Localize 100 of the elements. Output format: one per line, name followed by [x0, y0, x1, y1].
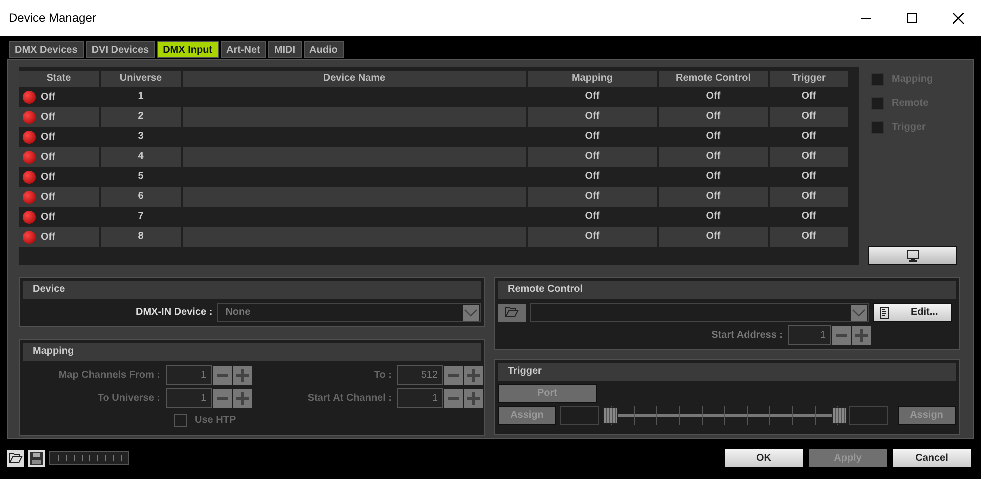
close-icon — [952, 12, 964, 24]
checkbox[interactable] — [871, 120, 884, 134]
decrement-button[interactable] — [212, 388, 232, 408]
decrement-button[interactable] — [212, 366, 232, 384]
state-text: Off — [41, 190, 56, 204]
table-cell-text: 7 — [137, 210, 145, 224]
tab[interactable]: DVI Devices — [86, 41, 156, 58]
table-cell-text: Off — [800, 170, 818, 184]
increment-button[interactable] — [464, 366, 483, 384]
slider-thumb[interactable] — [832, 407, 848, 424]
tab[interactable]: Art-Net — [220, 41, 266, 58]
increment-button[interactable] — [852, 326, 871, 344]
table-cell: Off — [659, 147, 768, 167]
section-header: Trigger — [498, 363, 956, 381]
field-label: DMX-IN Device : — [136, 306, 213, 320]
checkbox[interactable] — [174, 414, 187, 427]
decrement-button[interactable] — [832, 326, 851, 344]
decrement-button[interactable] — [444, 366, 463, 384]
monitor-button[interactable] — [868, 246, 957, 265]
number-field[interactable]: 1 — [788, 325, 831, 345]
table-cell: Off — [528, 147, 657, 167]
field-label: Start At Channel : — [308, 392, 392, 406]
column-header: Remote Control — [659, 71, 768, 87]
table-cell: Off — [770, 107, 848, 127]
tab[interactable]: MIDI — [268, 41, 302, 58]
column-header: Mapping — [528, 71, 657, 87]
field-label: To : — [374, 368, 392, 382]
device-dropdown[interactable]: None — [216, 303, 481, 322]
tab[interactable]: Audio — [304, 41, 344, 58]
save-button[interactable] — [28, 450, 45, 466]
table-cell: 6 — [101, 187, 181, 207]
table-cell-text: Off — [705, 170, 722, 184]
folder-icon — [8, 452, 22, 464]
table-cell-text: Off — [800, 210, 818, 224]
open-folder-button[interactable] — [7, 450, 24, 466]
state-text: Off — [41, 150, 56, 164]
checkbox[interactable] — [871, 72, 884, 86]
state-text: Off — [41, 230, 56, 244]
table-cell-text: 5 — [137, 170, 145, 184]
table-cell: Off — [770, 147, 848, 167]
edit-button[interactable]: Edit... — [873, 303, 952, 322]
state-text: Off — [41, 110, 56, 124]
chevron-down-icon — [851, 304, 867, 320]
tab[interactable]: DMX Input — [157, 41, 219, 58]
dialog-button[interactable]: Cancel — [893, 449, 971, 467]
increment-button[interactable] — [232, 388, 252, 408]
section-header: Device — [23, 281, 481, 299]
table-cell: Off — [528, 227, 657, 247]
checkbox-label: Use HTP — [195, 414, 236, 428]
table-cell: Off — [659, 187, 768, 207]
chevron-down-icon — [462, 304, 479, 320]
window-title: Device Manager — [9, 10, 98, 27]
increment-button[interactable] — [464, 388, 483, 408]
table-cell-text: Off — [705, 210, 722, 224]
dialog-button[interactable]: OK — [725, 449, 803, 467]
state-text: Off — [41, 170, 56, 184]
number-field[interactable]: 1 — [397, 388, 443, 408]
document-icon — [880, 306, 889, 318]
checkbox[interactable] — [871, 96, 884, 110]
table-cell: Off — [770, 187, 848, 207]
table-cell-text: 3 — [137, 130, 145, 144]
table-cell-text: Off — [584, 170, 601, 184]
increment-button[interactable] — [232, 366, 252, 384]
folder-icon — [505, 307, 519, 318]
state-text: Off — [41, 130, 56, 144]
number-field[interactable]: 1 — [166, 365, 212, 385]
table-cell: Off — [528, 107, 657, 127]
column-header: Universe — [101, 71, 181, 87]
value-field[interactable] — [848, 406, 888, 425]
state-text: Off — [41, 90, 56, 104]
table-cell: Off — [770, 227, 848, 247]
table-cell: Off — [659, 227, 768, 247]
field-label: Start Address : — [712, 328, 783, 342]
table-cell: Off — [659, 107, 768, 127]
decrement-button[interactable] — [444, 388, 463, 408]
column-header: Trigger — [770, 71, 848, 87]
table-cell-text: Off — [705, 90, 722, 104]
state-text: Off — [41, 210, 56, 224]
table-cell-text: Off — [584, 90, 601, 104]
field-label: Map Channels From : — [58, 368, 160, 382]
column-header: Device Name — [183, 71, 526, 87]
section-header: Mapping — [23, 343, 481, 361]
slider-thumb[interactable] — [603, 407, 618, 424]
table-cell: 2 — [101, 107, 181, 127]
monitor-icon — [906, 250, 918, 262]
table-cell-text: Off — [800, 90, 818, 104]
table-cell: Off — [528, 187, 657, 207]
table-cell: 4 — [101, 147, 181, 167]
range-slider[interactable] — [603, 406, 845, 425]
column-header: State — [19, 71, 99, 87]
tab[interactable]: DMX Devices — [9, 41, 84, 58]
value-field[interactable] — [560, 406, 600, 425]
number-field[interactable]: 1 — [166, 388, 212, 408]
section-header: Remote Control — [498, 281, 956, 299]
number-field[interactable]: 512 — [397, 365, 443, 385]
table-cell-text: Off — [584, 130, 601, 144]
table-cell-text: 1 — [137, 90, 145, 104]
field-label: To Universe : — [98, 392, 160, 406]
table-cell-text: Off — [800, 130, 818, 144]
remote-dropdown[interactable] — [530, 303, 869, 322]
